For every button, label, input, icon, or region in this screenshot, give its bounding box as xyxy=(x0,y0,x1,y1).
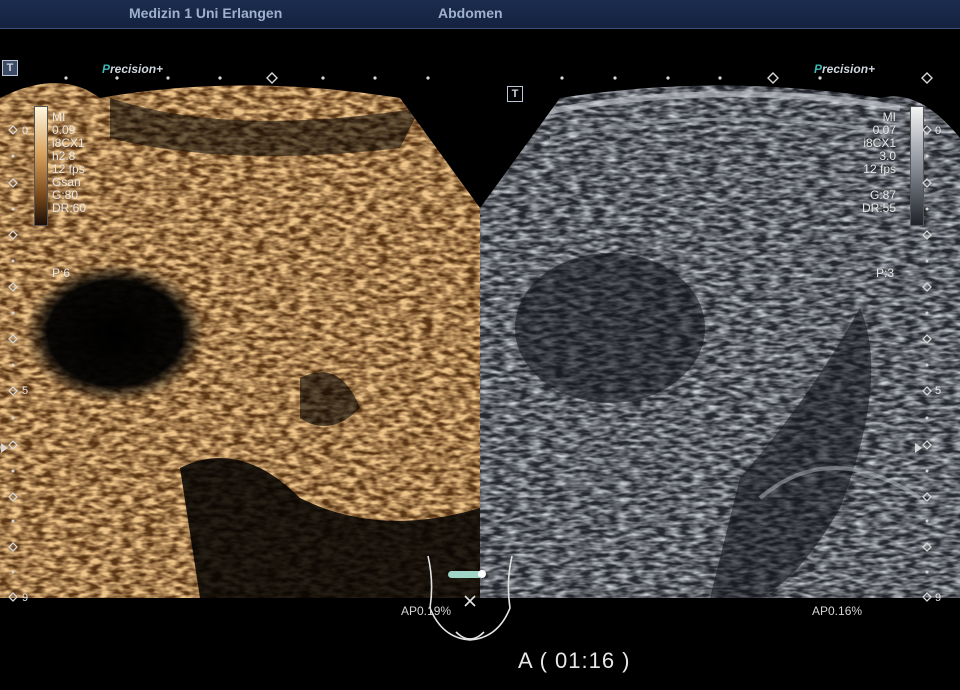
left-depth-scale xyxy=(1,125,18,602)
contrast-colorbar xyxy=(34,106,48,226)
preset-label: Abdomen xyxy=(438,5,503,21)
title-bar: Medizin 1 Uni Erlangen Abdomen xyxy=(0,0,960,29)
depth-label-0-right: 0 xyxy=(935,125,942,137)
depth-label-5-right: 5 xyxy=(935,385,942,397)
depth-label-9-right: 9 xyxy=(935,592,942,604)
left-parameters: MI 0.09 i8CX1 h2.8 12 fps Gsan G:80 DR:60 xyxy=(52,110,87,215)
right-persistence: P:3 xyxy=(876,266,895,280)
left-acoustic-power: AP0.19% xyxy=(401,604,452,618)
right-parameters: MI 0.07 i8CX1 3.0 12 fps G:87 DR:55 xyxy=(861,110,896,215)
depth-label-0-left: 0 xyxy=(22,125,29,137)
institution-label: Medizin 1 Uni Erlangen xyxy=(129,5,283,21)
body-marker-icon[interactable] xyxy=(420,552,520,648)
left-persistence: P:6 xyxy=(52,266,71,280)
right-depth-scale xyxy=(915,125,932,602)
right-acoustic-power: AP0.16% xyxy=(812,604,863,618)
depth-label-5-left: 5 xyxy=(22,385,29,397)
depth-label-9-left: 9 xyxy=(22,592,29,604)
clip-timer: A ( 01:16 ) xyxy=(518,648,631,673)
